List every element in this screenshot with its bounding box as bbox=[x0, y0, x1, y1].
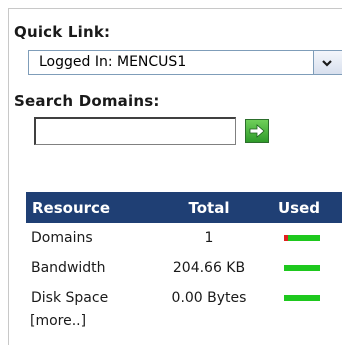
resource-table: Resource Total Used Domains 1 Bandwidth … bbox=[26, 192, 342, 313]
resource-total: 204.66 KB bbox=[172, 260, 246, 276]
dropdown-button[interactable] bbox=[313, 51, 342, 74]
quick-link-select[interactable]: Logged In: MENCUS1 bbox=[28, 50, 342, 75]
table-row: Disk Space 0.00 Bytes bbox=[26, 283, 342, 313]
table-row: Domains 1 bbox=[26, 223, 342, 253]
header-total: Total bbox=[188, 198, 230, 217]
chevron-down-icon bbox=[322, 59, 332, 67]
table-row: Bandwidth 204.66 KB bbox=[26, 253, 342, 283]
usage-bar bbox=[284, 235, 320, 241]
resource-total: 1 bbox=[204, 230, 214, 246]
usage-bar-used bbox=[284, 235, 288, 241]
search-domains-title: Search Domains: bbox=[14, 92, 160, 110]
usage-bar bbox=[284, 265, 320, 271]
search-domains-input[interactable] bbox=[34, 117, 236, 145]
resource-table-header: Resource Total Used bbox=[26, 192, 342, 223]
usage-bar bbox=[284, 295, 320, 301]
header-used: Used bbox=[278, 198, 321, 217]
quick-link-selected-value: Logged In: MENCUS1 bbox=[39, 54, 187, 70]
more-link[interactable]: [more..] bbox=[30, 313, 86, 329]
resource-name: Domains bbox=[31, 230, 93, 246]
arrow-right-icon bbox=[249, 124, 265, 138]
quick-link-title: Quick Link: bbox=[14, 23, 111, 41]
resource-total: 0.00 Bytes bbox=[171, 290, 247, 306]
search-go-button[interactable] bbox=[245, 119, 269, 143]
header-resource: Resource bbox=[32, 198, 111, 217]
resource-name: Disk Space bbox=[31, 290, 109, 306]
resource-name: Bandwidth bbox=[31, 260, 106, 276]
